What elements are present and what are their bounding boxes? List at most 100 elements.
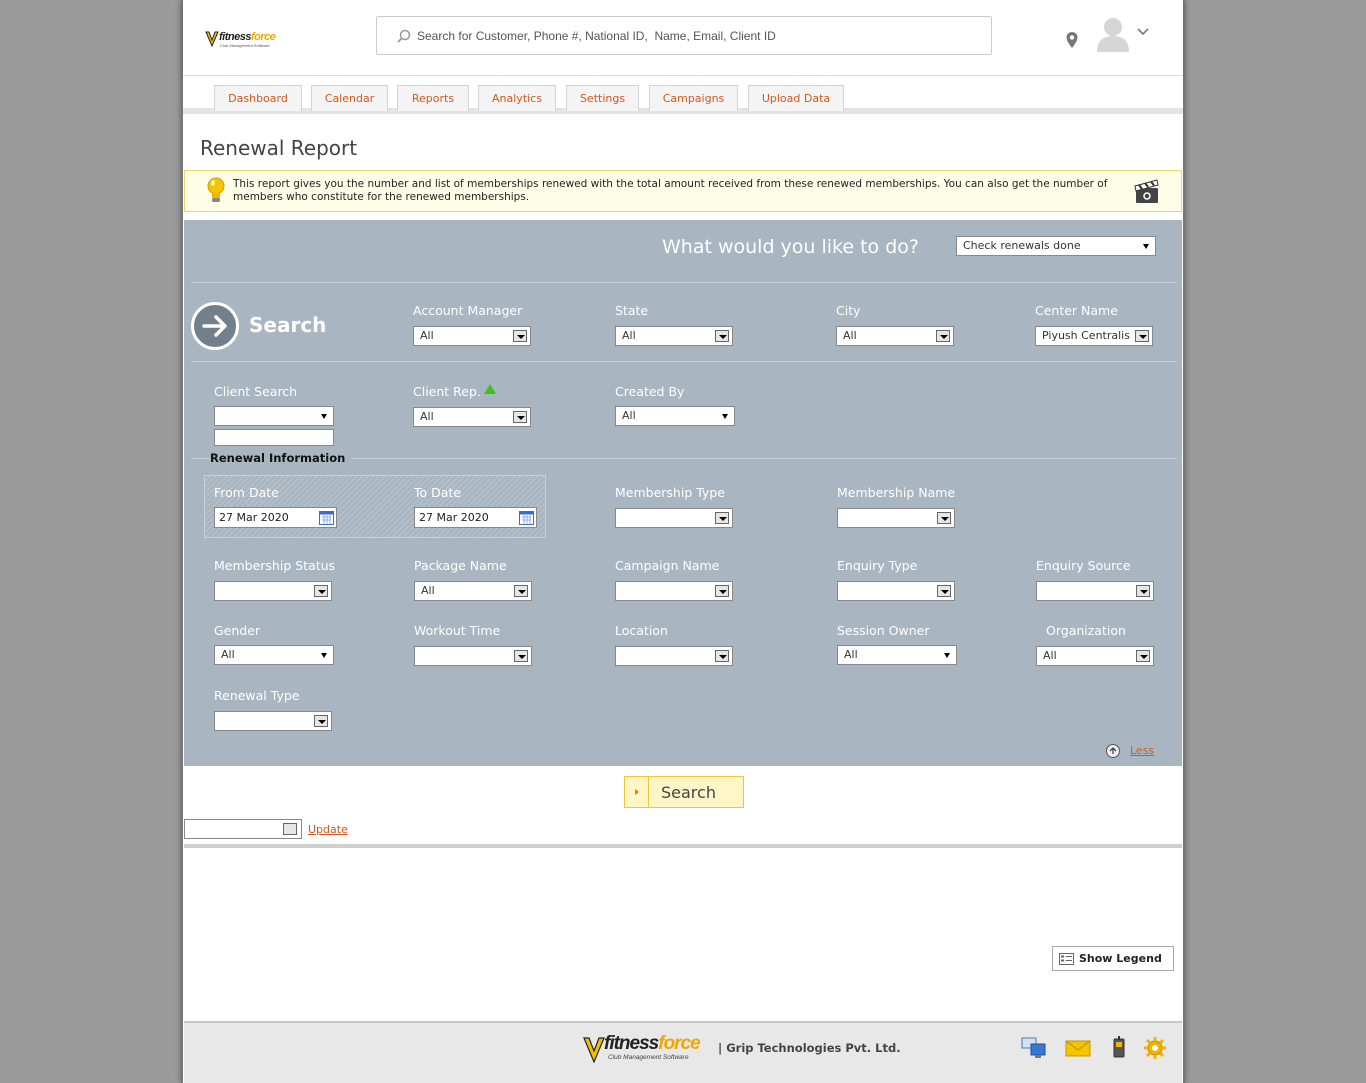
logo[interactable]: fitnessforce Club Management Software <box>205 30 281 52</box>
organization-select[interactable]: All <box>1036 646 1154 666</box>
location-select[interactable] <box>615 646 733 666</box>
action-select[interactable]: Check renewals done <box>956 236 1156 256</box>
workout-time-select[interactable] <box>414 646 532 666</box>
gender-select[interactable]: All <box>214 645 334 665</box>
dropdown-arrow-icon <box>321 414 327 419</box>
tab-calendar[interactable]: Calendar <box>311 85 388 111</box>
bulk-action-select[interactable] <box>184 819 302 839</box>
from-date-input[interactable]: 27 Mar 2020 <box>214 507 337 528</box>
session-owner-label: Session Owner <box>837 623 930 638</box>
renewal-information-heading: Renewal Information <box>210 451 352 465</box>
search-input[interactable] <box>417 25 977 47</box>
tab-upload-data[interactable]: Upload Data <box>748 85 844 111</box>
location-pin-icon[interactable] <box>1065 31 1079 49</box>
results-divider <box>184 844 1182 848</box>
membership-type-select[interactable] <box>615 508 733 528</box>
membership-name-select[interactable] <box>837 508 955 528</box>
logo-mark-icon <box>583 1037 605 1064</box>
client-rep-label: Client Rep. <box>413 384 481 399</box>
page: fitnessforce Club Management Software Da… <box>181 0 1185 1083</box>
session-owner-select[interactable]: All <box>837 645 957 665</box>
membership-status-select[interactable] <box>214 581 332 601</box>
dropdown-arrow-icon <box>321 653 327 658</box>
state-value: All <box>622 329 636 342</box>
dropdown-arrow-icon <box>314 715 328 727</box>
campaign-name-label: Campaign Name <box>615 558 720 573</box>
dropdown-arrow-icon <box>722 414 728 419</box>
search-button[interactable]: Search <box>624 776 744 808</box>
renewal-type-select[interactable] <box>214 711 332 731</box>
tab-settings[interactable]: Settings <box>566 85 639 111</box>
footer: fitnessforce Club Management Software | … <box>184 1021 1182 1083</box>
calendar-icon[interactable] <box>519 510 534 525</box>
tab-campaigns[interactable]: Campaigns <box>649 85 738 111</box>
dropdown-arrow-icon <box>514 650 528 662</box>
from-date-label: From Date <box>214 485 279 500</box>
enquiry-type-select[interactable] <box>837 581 955 601</box>
dropdown-arrow-icon <box>1136 650 1150 662</box>
main-nav: Dashboard Calendar Reports Analytics Set… <box>183 76 1183 114</box>
mail-icon[interactable] <box>1065 1035 1091 1061</box>
date-range-box: From Date 27 Mar 2020 To Date 27 Mar 202… <box>204 475 546 538</box>
lightbulb-icon <box>207 177 225 202</box>
client-rep-select[interactable]: All <box>413 407 531 427</box>
location-label: Location <box>615 623 668 638</box>
account-manager-label: Account Manager <box>413 303 523 318</box>
client-search-select[interactable] <box>214 406 334 426</box>
center-name-label: Center Name <box>1035 303 1118 318</box>
workout-time-label: Workout Time <box>414 623 501 638</box>
collapse-up-icon[interactable] <box>1106 744 1120 758</box>
global-search[interactable] <box>376 16 992 55</box>
page-title: Renewal Report <box>200 136 358 160</box>
campaign-name-select[interactable] <box>615 581 733 601</box>
enquiry-source-label: Enquiry Source <box>1036 558 1131 573</box>
play-arrow-icon <box>625 777 649 807</box>
logo-tagline: Club Management Software <box>220 43 270 48</box>
center-name-select[interactable]: Piyush Centralis <box>1035 326 1153 346</box>
dropdown-arrow-icon <box>283 823 297 835</box>
less-link[interactable]: Less <box>1130 744 1154 757</box>
dropdown-arrow-icon <box>314 585 328 597</box>
session-owner-value: All <box>844 648 858 661</box>
settings-icon[interactable] <box>1142 1035 1168 1061</box>
client-rep-value: All <box>420 410 434 423</box>
computer-icon[interactable] <box>1021 1035 1047 1061</box>
logo-text: fitnessforce <box>219 31 276 43</box>
phone-icon[interactable] <box>1106 1035 1132 1061</box>
renewal-type-label: Renewal Type <box>214 688 300 703</box>
sort-up-icon[interactable] <box>484 384 496 394</box>
tab-reports[interactable]: Reports <box>397 85 469 111</box>
dropdown-arrow-icon <box>513 411 527 423</box>
tab-dashboard[interactable]: Dashboard <box>214 85 302 111</box>
company-name: | Grip Technologies Pvt. Ltd. <box>718 1041 901 1055</box>
dropdown-arrow-icon <box>715 330 729 342</box>
search-arrow-button[interactable] <box>191 302 239 350</box>
center-name-value: Piyush Centralis <box>1042 329 1130 342</box>
logo-mark-icon <box>205 31 219 48</box>
update-link[interactable]: Update <box>308 823 348 836</box>
video-clapper-icon[interactable] <box>1133 177 1161 205</box>
avatar[interactable] <box>1094 14 1132 52</box>
enquiry-source-select[interactable] <box>1036 581 1154 601</box>
divider <box>191 361 1177 362</box>
created-by-value: All <box>622 409 636 422</box>
package-name-select[interactable]: All <box>414 581 532 601</box>
account-manager-select[interactable]: All <box>413 326 531 346</box>
to-date-input[interactable]: 27 Mar 2020 <box>414 507 537 528</box>
tab-analytics[interactable]: Analytics <box>478 85 556 111</box>
show-legend-button[interactable]: Show Legend <box>1052 946 1174 971</box>
search-heading: Search <box>249 313 327 337</box>
city-select[interactable]: All <box>836 326 954 346</box>
organization-label: Organization <box>1046 623 1126 638</box>
state-select[interactable]: All <box>615 326 733 346</box>
dropdown-arrow-icon <box>1136 585 1150 597</box>
client-search-label: Client Search <box>214 384 298 399</box>
dropdown-arrow-icon <box>937 512 951 524</box>
client-search-input[interactable] <box>214 429 334 446</box>
calendar-icon[interactable] <box>319 510 334 525</box>
dropdown-arrow-icon <box>936 330 950 342</box>
chevron-down-icon[interactable] <box>1137 28 1149 36</box>
city-value: All <box>843 329 857 342</box>
created-by-label: Created By <box>615 384 685 399</box>
created-by-select[interactable]: All <box>615 406 735 426</box>
